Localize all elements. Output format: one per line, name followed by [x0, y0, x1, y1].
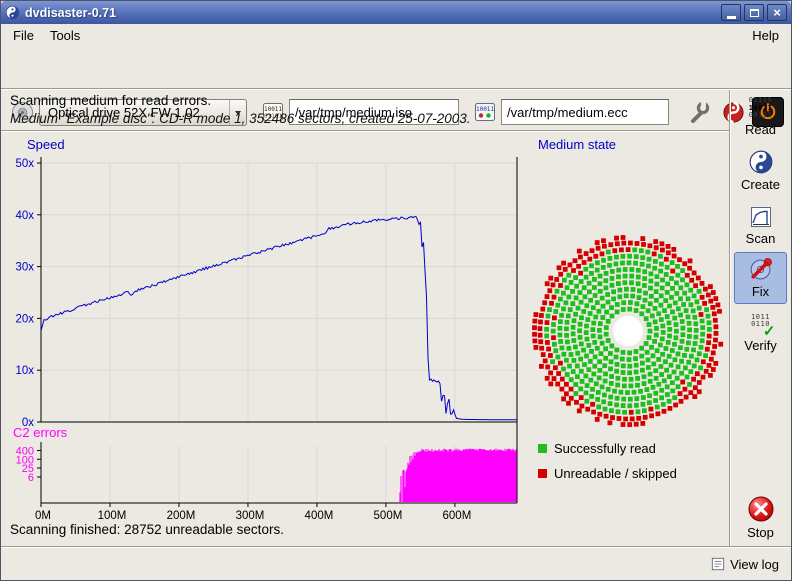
sidebar-button-label: Create	[741, 177, 780, 192]
svg-text:400M: 400M	[305, 510, 334, 522]
menubar: File Tools Help	[1, 24, 791, 46]
maximize-button[interactable]	[744, 4, 764, 21]
view-log-label: View log	[730, 557, 779, 572]
status-heading: Scanning medium for read errors.	[10, 93, 211, 108]
fix-tool-icon	[748, 257, 773, 282]
stop-icon	[747, 495, 775, 523]
sidebar-button-verify[interactable]: 1011 0110 ✓ Verify	[734, 308, 787, 358]
sidebar-button-fix[interactable]: Fix	[734, 252, 787, 304]
maximize-icon	[750, 9, 759, 17]
svg-text:10x: 10x	[15, 365, 34, 377]
svg-text:40x: 40x	[15, 210, 34, 222]
svg-text:500M: 500M	[374, 510, 403, 522]
status-subheading: Medium "Example disc": CD-R mode 1, 3524…	[10, 111, 471, 126]
svg-text:6: 6	[28, 472, 34, 484]
svg-text:600M: 600M	[443, 510, 472, 522]
sidebar-button-label: Stop	[747, 525, 774, 540]
minimize-icon	[727, 16, 736, 19]
svg-text:200M: 200M	[167, 510, 196, 522]
speed-chart-title: Speed	[27, 137, 65, 152]
svg-text:25: 25	[22, 463, 34, 475]
svg-text:400: 400	[16, 446, 34, 458]
toolbar: Optical drive 52X FW 1.02 10011 01101 10…	[1, 46, 791, 88]
menu-file[interactable]: File	[5, 26, 42, 45]
svg-text:10011: 10011	[476, 106, 494, 113]
sidebar-button-label: Scan	[746, 231, 776, 246]
sidebar-button-create[interactable]: Create	[734, 144, 787, 196]
ecc-path-input[interactable]	[501, 99, 669, 125]
close-icon: ×	[773, 6, 781, 19]
toolbar-separator	[1, 88, 792, 90]
view-log-button[interactable]: View log	[705, 552, 785, 576]
legend-label-read: Successfully read	[554, 441, 656, 456]
statusbar: View log	[1, 548, 791, 581]
legend-swatch-read	[538, 444, 547, 453]
titlebar[interactable]: dvdisaster-0.71 ×	[1, 1, 791, 24]
legend-label-unreadable: Unreadable / skipped	[554, 466, 677, 481]
svg-text:50x: 50x	[15, 158, 34, 170]
sidebar-button-label: Fix	[752, 284, 769, 299]
yin-yang-icon	[748, 149, 774, 175]
sidebar-button-read[interactable]: 01110 10011 00111 Read	[734, 94, 787, 140]
ecc-file-icon: 10011	[473, 100, 497, 124]
svg-text:30x: 30x	[15, 262, 34, 274]
verify-icon: 1011 0110 ✓	[748, 314, 774, 336]
scan-result-status: Scanning finished: 28752 unreadable sect…	[10, 522, 284, 537]
menu-tools[interactable]: Tools	[42, 26, 88, 45]
sidebar-button-label: Read	[745, 122, 776, 137]
legend-item-read: Successfully read	[538, 441, 656, 456]
log-icon	[711, 557, 725, 571]
scan-chart-icon	[749, 205, 773, 229]
sidebar-separator	[729, 90, 731, 547]
menu-help[interactable]: Help	[744, 26, 787, 45]
close-button[interactable]: ×	[767, 4, 787, 21]
preferences-button[interactable]	[685, 98, 713, 126]
wrench-icon	[687, 100, 711, 124]
svg-text:0M: 0M	[35, 510, 51, 522]
legend-item-unreadable: Unreadable / skipped	[538, 466, 677, 481]
app-icon	[5, 5, 20, 20]
medium-state-title: Medium state	[538, 137, 616, 152]
checkmark-icon: ✓	[763, 322, 776, 340]
binary-icon: 01110 10011 00111	[749, 97, 773, 120]
status-separator	[1, 130, 730, 132]
svg-text:100: 100	[16, 454, 34, 466]
svg-text:300M: 300M	[236, 510, 265, 522]
svg-text:100M: 100M	[98, 510, 127, 522]
sidebar-button-label: Verify	[744, 338, 777, 353]
svg-text:20x: 20x	[15, 313, 34, 325]
app-window: dvdisaster-0.71 × File Tools Help Optica…	[0, 0, 792, 581]
minimize-button[interactable]	[721, 4, 741, 21]
legend-swatch-unreadable	[538, 469, 547, 478]
window-title: dvdisaster-0.71	[25, 6, 116, 20]
c2-errors-title: C2 errors	[13, 425, 67, 440]
sidebar-button-stop[interactable]: Stop	[734, 490, 787, 545]
sidebar-button-scan[interactable]: Scan	[734, 200, 787, 250]
